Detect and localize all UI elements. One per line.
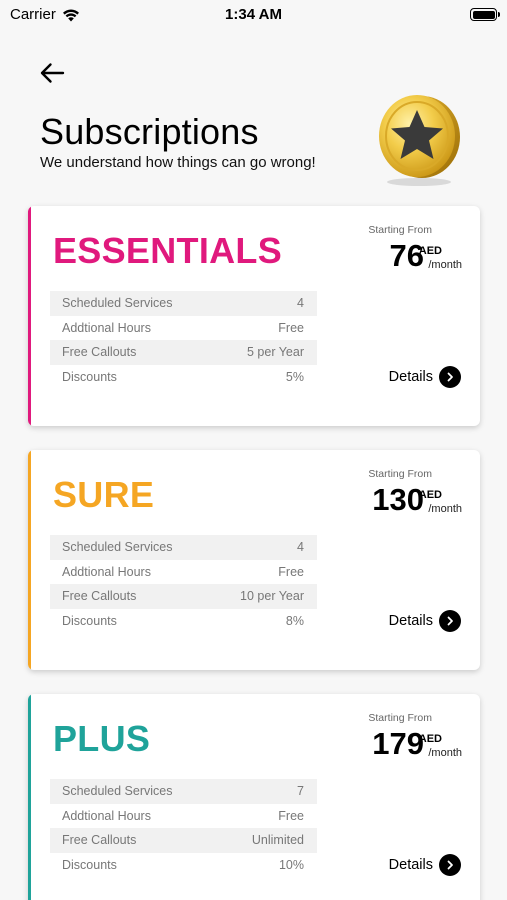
price-label: Starting From — [368, 468, 432, 480]
details-label: Details — [388, 613, 433, 629]
feature-value: 5% — [285, 369, 304, 384]
feature-row: Free Callouts Unlimited — [50, 828, 317, 853]
feature-value: 10% — [278, 857, 304, 872]
chevron-right-icon — [439, 610, 461, 632]
details-label: Details — [388, 857, 433, 873]
page-title: Subscriptions — [40, 111, 259, 152]
price-amount: 179 — [372, 726, 424, 761]
plan-name: PLUS — [53, 718, 151, 759]
price-currency: AED — [418, 245, 442, 257]
feature-value: Free — [278, 808, 304, 823]
features-table: Scheduled Services 7 Addtional Hours Fre… — [50, 779, 317, 877]
feature-value: 7 — [297, 784, 304, 799]
feature-row: Discounts 8% — [50, 609, 317, 634]
features-table: Scheduled Services 4 Addtional Hours Fre… — [50, 291, 317, 389]
feature-value: 8% — [285, 613, 304, 628]
price-label: Starting From — [368, 712, 432, 724]
feature-label: Scheduled Services — [62, 540, 173, 555]
battery-icon — [470, 8, 500, 21]
chevron-right-icon — [439, 854, 461, 876]
feature-label: Free Callouts — [62, 589, 137, 604]
feature-row: Addtional Hours Free — [50, 560, 317, 585]
feature-label: Scheduled Services — [62, 296, 173, 311]
card-accent-bar — [28, 450, 31, 670]
feature-value: 5 per Year — [247, 345, 304, 360]
features-table: Scheduled Services 4 Addtional Hours Fre… — [50, 535, 317, 633]
feature-label: Addtional Hours — [62, 320, 151, 335]
price-block: Starting From 179 AED /month — [342, 712, 462, 772]
price-period: /month — [428, 747, 462, 759]
price-period: /month — [428, 259, 462, 271]
price-period: /month — [428, 503, 462, 515]
chevron-right-icon — [439, 366, 461, 388]
page-subtitle: We understand how things can go wrong! — [40, 154, 316, 171]
feature-label: Discounts — [62, 857, 117, 872]
plan-card-essentials[interactable]: ESSENTIALS Starting From 76 AED /month S… — [28, 206, 480, 426]
price-block: Starting From 130 AED /month — [342, 468, 462, 528]
plan-card-sure[interactable]: SURE Starting From 130 AED /month Schedu… — [28, 450, 480, 670]
feature-row: Discounts 5% — [50, 365, 317, 390]
plan-name: SURE — [53, 474, 155, 515]
feature-row: Free Callouts 5 per Year — [50, 340, 317, 365]
price-amount: 130 — [372, 482, 424, 517]
feature-value: Unlimited — [251, 833, 304, 848]
back-button[interactable] — [37, 58, 67, 88]
feature-label: Addtional Hours — [62, 808, 151, 823]
feature-value: 4 — [297, 540, 304, 555]
card-accent-bar — [28, 694, 31, 900]
feature-row: Scheduled Services 7 — [50, 779, 317, 804]
feature-label: Addtional Hours — [62, 564, 151, 579]
feature-label: Scheduled Services — [62, 784, 173, 799]
feature-row: Free Callouts 10 per Year — [50, 584, 317, 609]
feature-row: Addtional Hours Free — [50, 804, 317, 829]
details-button[interactable]: Details — [389, 854, 461, 876]
plan-name: ESSENTIALS — [53, 230, 283, 271]
feature-label: Discounts — [62, 369, 117, 384]
price-block: Starting From 76 AED /month — [342, 224, 462, 284]
card-accent-bar — [28, 206, 31, 426]
details-label: Details — [388, 369, 433, 385]
details-button[interactable]: Details — [389, 610, 461, 632]
feature-value: Free — [278, 564, 304, 579]
gold-star-coin-icon — [379, 95, 460, 186]
feature-label: Discounts — [62, 613, 117, 628]
feature-value: 4 — [297, 296, 304, 311]
feature-row: Discounts 10% — [50, 853, 317, 878]
price-currency: AED — [418, 733, 442, 745]
price-label: Starting From — [368, 224, 432, 236]
feature-label: Free Callouts — [62, 833, 137, 848]
feature-value: 10 per Year — [240, 589, 304, 604]
status-time: 1:34 AM — [225, 6, 282, 23]
feature-row: Addtional Hours Free — [50, 316, 317, 341]
details-button[interactable]: Details — [389, 366, 461, 388]
feature-value: Free — [278, 320, 304, 335]
feature-label: Free Callouts — [62, 345, 137, 360]
plan-card-plus[interactable]: PLUS Starting From 179 AED /month Schedu… — [28, 694, 480, 900]
feature-row: Scheduled Services 4 — [50, 535, 317, 560]
status-bar: Carrier 1:34 AM — [0, 0, 507, 30]
price-currency: AED — [418, 489, 442, 501]
arrow-left-icon — [40, 63, 65, 83]
feature-row: Scheduled Services 4 — [50, 291, 317, 316]
